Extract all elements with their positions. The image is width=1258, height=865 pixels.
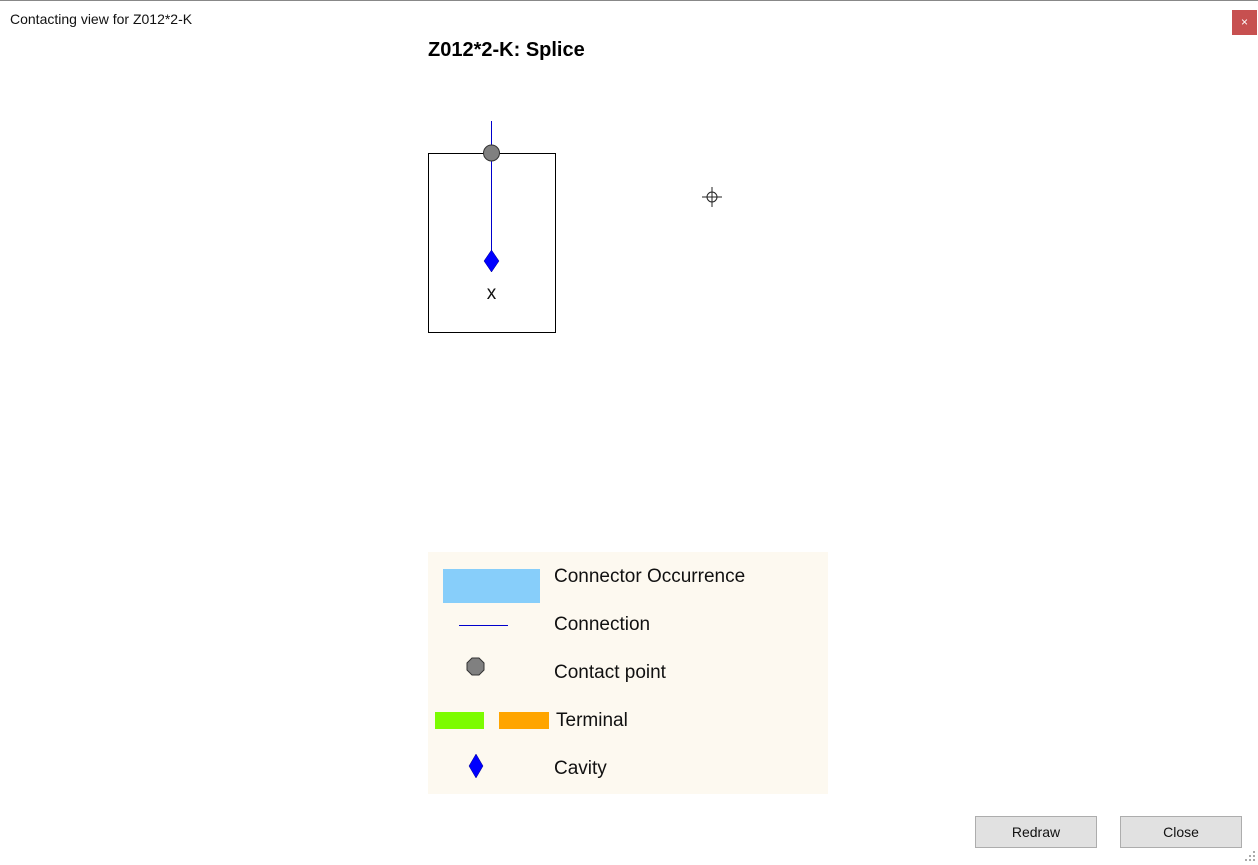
contact-point[interactable] — [483, 144, 500, 162]
legend-label-contact-point: Contact point — [554, 662, 666, 683]
legend-label-cavity: Cavity — [554, 758, 607, 779]
cavity-marker[interactable] — [483, 249, 500, 273]
legend-panel: Connector Occurrence Connection Contact … — [428, 552, 828, 794]
legend-label-terminal: Terminal — [556, 710, 628, 731]
contact-point-icon — [466, 657, 485, 676]
cavity-label: x — [487, 283, 497, 304]
close-button[interactable]: Close — [1120, 816, 1242, 848]
terminal-green-swatch-icon — [435, 712, 484, 729]
contacting-view-window: Contacting view for Z012*2-K × Z012*2-K:… — [0, 0, 1258, 864]
crosshair-cursor-icon — [702, 187, 722, 207]
redraw-button[interactable]: Redraw — [975, 816, 1097, 848]
terminal-orange-swatch-icon — [499, 712, 549, 729]
connector-occurrence-swatch-icon — [443, 569, 540, 603]
cavity-diamond-icon — [468, 753, 484, 779]
resize-grip-icon[interactable] — [1245, 851, 1255, 861]
legend-label-connector-occurrence: Connector Occurrence — [554, 566, 746, 587]
legend-label-connection: Connection — [554, 614, 651, 635]
